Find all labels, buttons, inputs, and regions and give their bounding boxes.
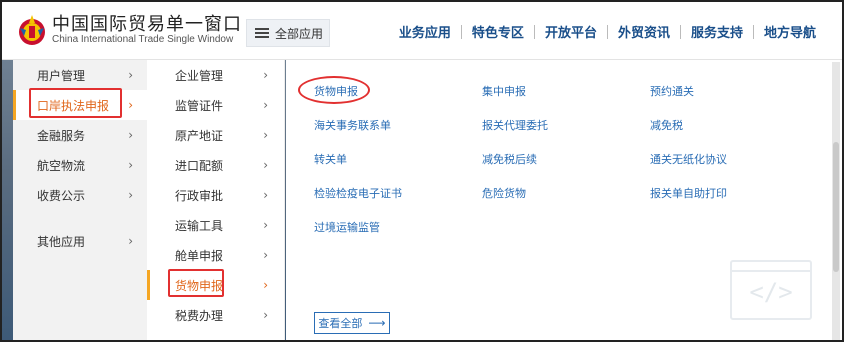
chevron-right-icon: › bbox=[263, 188, 268, 202]
menu-item-label: 其他应用 bbox=[37, 234, 86, 249]
submenu-item-regulatory-certificates[interactable]: 监管证件 › bbox=[147, 90, 284, 120]
menu-item-other-apps[interactable]: 其他应用 › bbox=[13, 226, 147, 256]
view-all-label: 查看全部 bbox=[318, 317, 363, 330]
submenu-item-label: 行政审批 bbox=[175, 188, 224, 203]
nav-trade-news[interactable]: 外贸资讯 bbox=[608, 22, 680, 41]
scrollbar-thumb[interactable] bbox=[833, 142, 839, 272]
app-window: 中国国际贸易单一窗口 China International Trade Sin… bbox=[0, 0, 844, 342]
brand-subtitle: China International Trade Single Window bbox=[52, 34, 234, 45]
submenu-item-administrative-approval[interactable]: 行政审批 › bbox=[147, 180, 284, 210]
chevron-right-icon: › bbox=[128, 234, 133, 248]
submenu-item-enterprise-management[interactable]: 企业管理 › bbox=[147, 60, 284, 90]
chevron-right-icon: › bbox=[263, 98, 268, 112]
menu-item-label: 航空物流 bbox=[37, 158, 86, 173]
link-tax-exemption-followup[interactable]: 减免税后续 bbox=[482, 151, 537, 167]
submenu-item-transport-vehicles[interactable]: 运输工具 › bbox=[147, 210, 284, 240]
chevron-right-icon: › bbox=[128, 98, 133, 112]
link-appointment-clearance[interactable]: 预约通关 bbox=[650, 83, 694, 99]
page-scrollbar[interactable] bbox=[832, 62, 840, 340]
submenu-item-label: 运输工具 bbox=[175, 218, 224, 233]
menu-item-fee-disclosure[interactable]: 收费公示 › bbox=[13, 180, 147, 210]
code-symbol: </> bbox=[749, 278, 793, 306]
link-self-service-printing[interactable]: 报关单自助打印 bbox=[650, 185, 727, 201]
highlight-box bbox=[168, 269, 224, 297]
submenu-item-label: 企业管理 bbox=[175, 68, 224, 83]
submenu-item-certificate-of-origin[interactable]: 原产地证 › bbox=[147, 120, 284, 150]
link-dangerous-goods[interactable]: 危险货物 bbox=[482, 185, 526, 201]
chevron-right-icon: › bbox=[263, 248, 268, 262]
submenu-item-import-quota[interactable]: 进口配额 › bbox=[147, 150, 284, 180]
code-brackets-icon: </> bbox=[730, 260, 812, 320]
chevron-right-icon: › bbox=[263, 308, 268, 322]
arrow-right-icon: ⟶ bbox=[368, 316, 386, 330]
app-links-panel: 货物申报 集中申报 预约通关 海关事务联系单 报关代理委托 减免税 转关单 减免… bbox=[286, 60, 842, 340]
menu-item-label: 用户管理 bbox=[37, 68, 86, 83]
all-apps-button[interactable]: 全部应用 bbox=[246, 19, 330, 47]
highlight-box bbox=[29, 88, 122, 118]
chevron-right-icon: › bbox=[128, 68, 133, 82]
site-header: 中国国际贸易单一窗口 China International Trade Sin… bbox=[2, 2, 842, 60]
chevron-right-icon: › bbox=[263, 278, 268, 292]
nav-service-support[interactable]: 服务支持 bbox=[681, 22, 753, 41]
highlight-oval bbox=[298, 76, 370, 104]
submenu-item-label: 税费办理 bbox=[175, 308, 224, 323]
chevron-right-icon: › bbox=[128, 128, 133, 142]
menu-item-air-logistics[interactable]: 航空物流 › bbox=[13, 150, 147, 180]
nav-local-navigation[interactable]: 地方导航 bbox=[754, 22, 826, 41]
menu-item-financial-services[interactable]: 金融服务 › bbox=[13, 120, 147, 150]
chevron-right-icon: › bbox=[128, 188, 133, 202]
chevron-right-icon: › bbox=[128, 158, 133, 172]
link-transit-supervision[interactable]: 过境运输监管 bbox=[314, 219, 380, 235]
menu-spacer bbox=[13, 210, 147, 226]
hamburger-menu-icon bbox=[255, 28, 269, 38]
window-bar bbox=[732, 262, 810, 272]
chevron-right-icon: › bbox=[263, 218, 268, 232]
view-all-button[interactable]: 查看全部 ⟶ bbox=[314, 312, 390, 334]
link-transit-document[interactable]: 转关单 bbox=[314, 151, 347, 167]
chevron-right-icon: › bbox=[263, 158, 268, 172]
brand-title: 中国国际贸易单一窗口 bbox=[52, 14, 242, 35]
submenu-item-manifest-declaration[interactable]: 舱单申报 › bbox=[147, 240, 284, 270]
link-tax-exemption[interactable]: 减免税 bbox=[650, 117, 683, 133]
link-customs-affairs-contact[interactable]: 海关事务联系单 bbox=[314, 117, 391, 133]
chevron-right-icon: › bbox=[263, 128, 268, 142]
menu-item-label: 收费公示 bbox=[37, 188, 86, 203]
nav-open-platform[interactable]: 开放平台 bbox=[535, 22, 607, 41]
menu-item-label: 金融服务 bbox=[37, 128, 86, 143]
link-customs-agent-delegation[interactable]: 报关代理委托 bbox=[482, 117, 548, 133]
nav-featured-zone[interactable]: 特色专区 bbox=[462, 22, 534, 41]
menu-item-user-management[interactable]: 用户管理 › bbox=[13, 60, 147, 90]
all-apps-label: 全部应用 bbox=[275, 26, 324, 41]
customs-emblem-icon bbox=[19, 15, 45, 45]
link-inspection-e-certificate[interactable]: 检验检疫电子证书 bbox=[314, 185, 402, 201]
submenu-item-tax-payment[interactable]: 税费办理 › bbox=[147, 300, 284, 330]
submenu-item-label: 原产地证 bbox=[175, 128, 224, 143]
chevron-right-icon: › bbox=[263, 68, 268, 82]
link-paperless-agreement[interactable]: 通关无纸化协议 bbox=[650, 151, 727, 167]
submenu-item-label: 进口配额 bbox=[175, 158, 224, 173]
secondary-category-menu: 企业管理 › 监管证件 › 原产地证 › 进口配额 › 行政审批 › 运输工具 … bbox=[147, 60, 285, 340]
primary-category-menu: 用户管理 › 口岸执法申报 › 金融服务 › 航空物流 › 收费公示 › 其他应… bbox=[13, 60, 147, 340]
submenu-item-label: 监管证件 bbox=[175, 98, 224, 113]
link-centralized-declaration[interactable]: 集中申报 bbox=[482, 83, 526, 99]
top-navigation: 业务应用 特色专区 开放平台 外贸资讯 服务支持 地方导航 bbox=[389, 22, 826, 41]
submenu-item-label: 舱单申报 bbox=[175, 248, 224, 263]
nav-business-apps[interactable]: 业务应用 bbox=[389, 22, 461, 41]
